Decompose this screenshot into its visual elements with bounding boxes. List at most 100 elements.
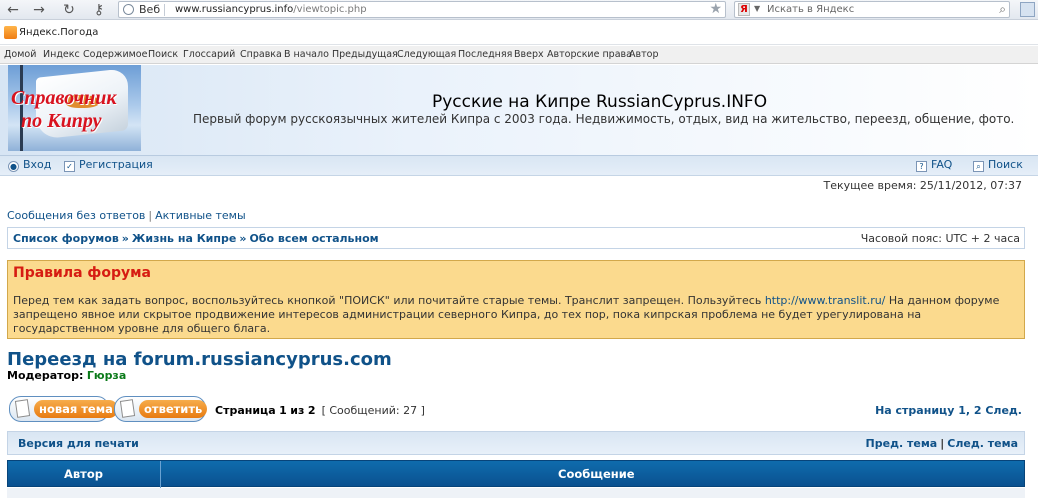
url-path: /viewtopic.php (293, 4, 367, 15)
document-icon (119, 399, 136, 418)
rules-text-before: Перед тем как задать вопрос, воспользуйт… (13, 294, 765, 307)
bookmarks-bar: Яндекс.Погода (0, 21, 1038, 45)
quick-links: Сообщения без ответов | Активные темы (7, 209, 246, 222)
next-topic-link[interactable]: След. тема (947, 437, 1018, 450)
topic-nav-divider: | (940, 437, 945, 450)
search-icon[interactable]: ⌕ (999, 2, 1006, 17)
bookmark-weather[interactable]: Яндекс.Погода (19, 27, 98, 38)
page-of: из (290, 404, 305, 417)
login-link[interactable]: ● Вход (8, 158, 51, 172)
faq-label: FAQ (931, 158, 953, 171)
navbar-link[interactable]: Вверх (514, 49, 544, 60)
logo-line1: Справочник (11, 87, 117, 109)
yandex-logo-icon: Я (738, 3, 750, 16)
dropdown-arrow-icon[interactable]: ▼ (754, 4, 760, 13)
navbar-link[interactable]: Предыдущая (332, 49, 398, 60)
reply-button[interactable]: ответить (114, 396, 208, 422)
navbar-link[interactable]: Следующая (397, 49, 456, 60)
breadcrumb-life-cyprus[interactable]: Жизнь на Кипре (132, 232, 236, 245)
search-placeholder: Искать в Яндекс (767, 4, 855, 15)
address-tab-label: Веб (139, 3, 161, 16)
forum-rules-box: Правила форума Перед тем как задать вопр… (7, 260, 1025, 339)
register-label: Регистрация (79, 158, 153, 171)
navbar-link[interactable]: Автор (629, 49, 658, 60)
globe-icon (123, 4, 134, 15)
new-topic-label: новая тема (34, 400, 118, 418)
navbar-link[interactable]: Глоссарий (183, 49, 235, 60)
search-page-icon: ⌕ (973, 161, 984, 172)
active-topics-link[interactable]: Активные темы (155, 209, 246, 222)
print-version-link[interactable]: Версия для печати (18, 437, 139, 450)
site-logo[interactable]: Справочник по Кипру (8, 65, 141, 151)
url-text[interactable]: www.russiancyprus.info/viewtopic.php (175, 4, 367, 15)
browser-toolbar: ← → ↻ ⚷ Веб www.russiancyprus.info/viewt… (0, 0, 1038, 20)
translit-link[interactable]: http://www.translit.ru/ (765, 294, 886, 307)
breadcrumb-forums[interactable]: Список форумов (13, 232, 119, 245)
current-time: Текущее время: 25/11/2012, 07:37 (823, 179, 1022, 192)
site-description: Первый форум русскоязычных жителей Кипра… (193, 112, 1015, 126)
faq-link[interactable]: ? FAQ (916, 158, 952, 172)
moderator-label: Модератор: (7, 369, 84, 382)
posts-table-header: Автор Сообщение (7, 460, 1025, 488)
logo-line2: по Кипру (21, 110, 102, 132)
site-title: Русские на Кипре RussianCyprus.INFO (432, 92, 768, 112)
page-total: 2 (307, 404, 316, 417)
reload-icon[interactable]: ↻ (60, 2, 78, 18)
navbar-link[interactable]: В начало (284, 49, 329, 60)
navbar-link[interactable]: Индекс (43, 49, 80, 60)
breadcrumb-misc[interactable]: Обо всем остальном (249, 232, 378, 245)
new-topic-button[interactable]: новая тема (9, 396, 118, 422)
address-separator (164, 4, 165, 16)
quicklinks-divider: | (148, 209, 153, 222)
page-current: 1 (279, 404, 287, 417)
breadcrumb-bar: Список форумов» Жизнь на Кипре» Обо всем о… (7, 227, 1025, 249)
unanswered-posts-link[interactable]: Сообщения без ответов (7, 209, 145, 222)
weather-bookmark-icon (4, 26, 17, 39)
print-bar: Версия для печати Пред. тема | След. тема (7, 431, 1025, 455)
register-icon: ✓ (64, 161, 75, 172)
search-label: Поиск (988, 158, 1023, 171)
bookmark-star-icon[interactable]: ★ (709, 1, 722, 17)
breadcrumb: Список форумов» Жизнь на Кипре» Обо всем о… (13, 232, 379, 245)
navbar-link[interactable]: Содержимое (83, 49, 147, 60)
document-icon (14, 399, 31, 418)
rules-text: Перед тем как задать вопрос, воспользуйт… (13, 294, 1013, 336)
login-icon: ● (8, 161, 19, 172)
key-icon[interactable]: ⚷ (90, 2, 108, 18)
rules-title: Правила форума (13, 265, 151, 281)
topic-title[interactable]: Переезд на forum.russiancyprus.com (7, 349, 392, 370)
url-host: www.russiancyprus.info (175, 4, 294, 15)
yandex-search-box[interactable]: Я ▼ Искать в Яндекс ⌕ (734, 1, 1010, 18)
navbar-link[interactable]: Справка (240, 49, 282, 60)
breadcrumb-separator: » (121, 232, 129, 245)
navbar-link[interactable]: Поиск (148, 49, 178, 60)
navbar-link[interactable]: Последняя (458, 49, 512, 60)
address-bar[interactable]: Веб www.russiancyprus.info/viewtopic.php… (118, 1, 726, 18)
column-divider (160, 461, 161, 488)
user-bar: ● Вход ✓ Регистрация ? FAQ ⌕ Поиск (0, 155, 1038, 176)
forward-arrow-icon[interactable]: → (30, 2, 48, 18)
login-label: Вход (23, 158, 52, 171)
first-post-row (7, 488, 1025, 498)
message-column-header: Сообщение (558, 467, 635, 481)
search-link[interactable]: ⌕ Поиск (973, 158, 1023, 172)
topic-navigation: Пред. тема | След. тема (866, 437, 1018, 450)
register-link[interactable]: ✓ Регистрация (64, 158, 153, 172)
back-arrow-icon[interactable]: ← (4, 2, 22, 18)
extension-icon[interactable] (1020, 2, 1035, 17)
moderator-line: Модератор: Гюрза (7, 369, 126, 382)
navbar-link[interactable]: Домой (4, 49, 36, 60)
timezone-label: Часовой пояс: UTC + 2 часа (860, 232, 1020, 245)
prev-topic-link[interactable]: Пред. тема (866, 437, 938, 450)
breadcrumb-separator: » (239, 232, 247, 245)
site-navigation-bar: Домой Индекс Содержимое Поиск Глоссарий Справ… (0, 46, 1038, 64)
help-icon: ? (916, 161, 927, 172)
forum-header: Справочник по Кипру Русские на Кипре Rus… (0, 65, 1038, 155)
moderator-name[interactable]: Гюрза (87, 369, 126, 382)
post-count: [ Сообщений: 27 ] (321, 404, 425, 417)
author-column-header: Автор (64, 467, 103, 481)
navbar-link[interactable]: Авторские права (547, 49, 632, 60)
reply-label: ответить (139, 400, 208, 418)
page-info: Страница 1 из 2 [ Сообщений: 27 ] (215, 404, 425, 417)
page-navigation[interactable]: На страницу 1, 2 След. (875, 404, 1022, 417)
